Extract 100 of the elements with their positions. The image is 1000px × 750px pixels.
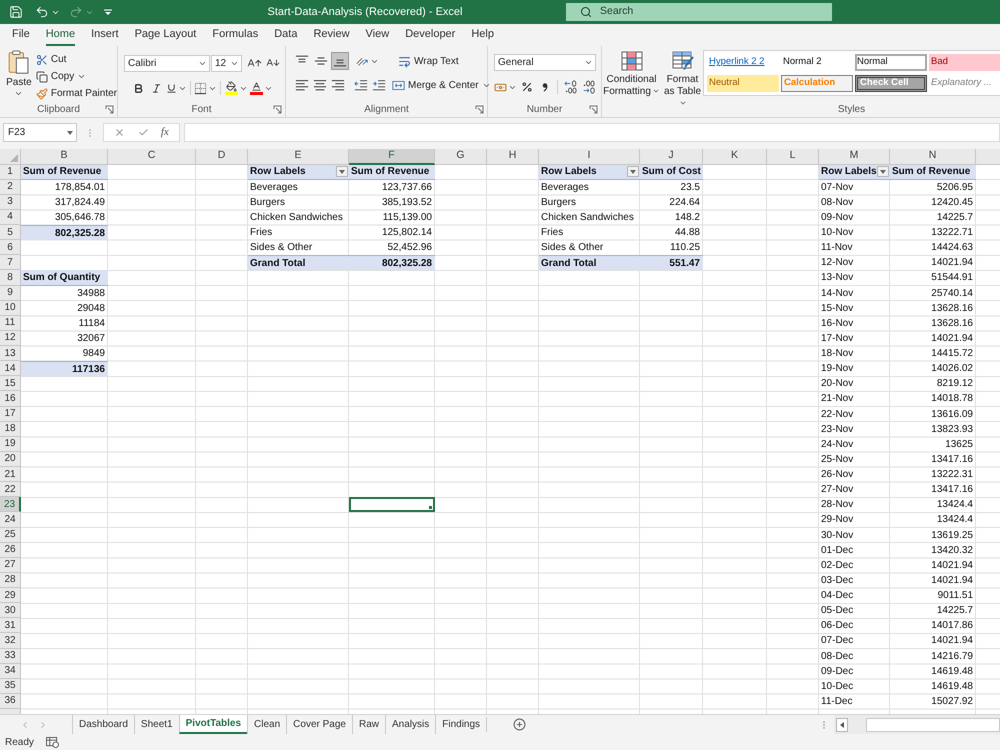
row-number[interactable]: 17 — [0, 406, 21, 422]
cell-style-option[interactable]: Normal — [855, 54, 927, 71]
cell-style-option[interactable]: Bad — [929, 54, 1000, 71]
vertical-align-button[interactable] — [331, 52, 349, 70]
row-number[interactable]: 5 — [0, 225, 21, 240]
row-number[interactable]: 11 — [0, 316, 21, 331]
row-number[interactable]: 34 — [0, 664, 21, 679]
row-number[interactable]: 16 — [0, 391, 21, 406]
row-number[interactable]: 31 — [0, 618, 21, 634]
fill-color-button[interactable] — [224, 79, 248, 97]
column-header[interactable]: I — [539, 149, 640, 164]
row-number[interactable]: 20 — [0, 452, 21, 467]
cell-style-option[interactable]: Neutral — [707, 74, 779, 92]
copy-button[interactable]: Copy — [36, 68, 117, 85]
sheet-tab[interactable]: PivotTables — [178, 715, 248, 734]
row-number[interactable]: 28 — [0, 572, 21, 588]
row-number[interactable]: 1 — [0, 164, 21, 180]
column-header[interactable]: K — [703, 149, 767, 164]
row-number[interactable]: 32 — [0, 633, 21, 648]
number-value: 13222.31 — [931, 468, 973, 482]
active-cell[interactable] — [349, 497, 435, 512]
ribbon-tab[interactable]: Data — [266, 24, 306, 46]
row-number[interactable]: 25 — [0, 528, 21, 543]
row-number[interactable]: 26 — [0, 542, 21, 558]
column-header[interactable]: N — [890, 149, 976, 164]
row-number[interactable]: 23 — [0, 497, 21, 512]
dialog-launcher-button[interactable] — [475, 105, 484, 114]
name-box[interactable]: F23 — [3, 123, 77, 142]
conditional-formatting-button[interactable]: Conditional Formatting — [602, 51, 660, 110]
column-header[interactable]: H — [487, 149, 539, 164]
ribbon-tab[interactable]: Help — [463, 24, 502, 46]
ribbon-tab[interactable]: Insert — [83, 24, 127, 46]
row-number[interactable]: 7 — [0, 255, 21, 270]
row-number[interactable]: 35 — [0, 678, 21, 694]
insert-function-button[interactable]: fx — [160, 124, 169, 141]
font-size-field[interactable]: 12 — [211, 54, 242, 72]
ribbon-tab[interactable]: Home — [38, 24, 84, 46]
row-number[interactable]: 22 — [0, 482, 21, 498]
row-number[interactable]: 21 — [0, 467, 21, 482]
dialog-launcher-button[interactable] — [105, 105, 114, 114]
column-header[interactable]: B — [21, 149, 108, 164]
ribbon-tab[interactable]: Review — [305, 24, 358, 46]
cut-button[interactable]: Cut — [36, 51, 117, 68]
format-painter-button[interactable]: Format Painter — [36, 85, 117, 102]
row-number[interactable]: 18 — [0, 422, 21, 437]
paste-button[interactable]: Paste — [5, 50, 33, 102]
horizontal-scrollbar[interactable] — [834, 715, 1000, 734]
fill-handle[interactable] — [428, 505, 433, 510]
column-header[interactable]: C — [108, 149, 196, 164]
number-format-field[interactable]: General — [494, 54, 596, 71]
row-number[interactable]: 27 — [0, 558, 21, 573]
merge-center-button[interactable]: Merge & Center — [392, 76, 491, 94]
row-number[interactable]: 9 — [0, 286, 21, 301]
row-number[interactable]: 13 — [0, 346, 21, 362]
cancel-button[interactable] — [114, 127, 126, 138]
scroll-thumb[interactable] — [866, 718, 1000, 732]
ribbon-tab[interactable]: Page Layout — [126, 24, 204, 46]
row-number[interactable]: 14 — [0, 361, 21, 376]
filter-button[interactable] — [627, 166, 639, 178]
row-number[interactable]: 36 — [0, 694, 21, 709]
row-number[interactable]: 33 — [0, 648, 21, 664]
row-number[interactable]: 19 — [0, 436, 21, 452]
filter-button[interactable] — [877, 166, 889, 178]
row-number[interactable]: 10 — [0, 300, 21, 316]
enter-button[interactable] — [138, 127, 149, 138]
dialog-launcher-button[interactable] — [589, 105, 598, 114]
font-name-field[interactable]: Calibri — [124, 54, 210, 72]
wrap-text-button[interactable]: Wrap Text — [398, 52, 459, 70]
scroll-left-button[interactable] — [836, 718, 848, 732]
filter-button[interactable] — [336, 166, 348, 178]
column-header[interactable]: D — [196, 149, 248, 164]
column-header[interactable]: G — [435, 149, 487, 164]
search-field[interactable]: Search — [566, 3, 832, 21]
row-number[interactable]: 30 — [0, 603, 21, 618]
row-number[interactable]: 15 — [0, 376, 21, 392]
dialog-launcher-button[interactable] — [273, 105, 282, 114]
ribbon-tab[interactable]: Formulas — [204, 24, 266, 46]
row-number[interactable]: 12 — [0, 330, 21, 346]
column-header[interactable]: E — [248, 149, 349, 164]
row-number[interactable]: 2 — [0, 180, 21, 195]
row-number[interactable]: 3 — [0, 194, 21, 210]
formula-input[interactable] — [184, 123, 1000, 142]
row-number[interactable]: 8 — [0, 270, 21, 286]
row-label: 08-Dec — [821, 650, 854, 664]
row-number[interactable]: 4 — [0, 210, 21, 225]
ribbon-tab[interactable]: View — [358, 24, 398, 46]
row-number[interactable]: 24 — [0, 512, 21, 528]
column-header[interactable]: F — [349, 149, 435, 164]
row-number[interactable]: 29 — [0, 588, 21, 604]
row-label: 07-Dec — [821, 634, 854, 648]
column-header[interactable]: M — [819, 149, 890, 164]
column-header[interactable]: J — [640, 149, 703, 164]
ribbon-tab[interactable]: File — [4, 24, 38, 46]
format-as-table-button[interactable]: Format as Table — [662, 51, 702, 110]
number-value: 14225.7 — [936, 210, 973, 225]
column-header[interactable]: L — [767, 149, 819, 164]
row-number[interactable]: 6 — [0, 240, 21, 256]
row-label: Fries — [250, 226, 272, 240]
ribbon-tab[interactable]: Developer — [397, 24, 464, 46]
increase-decimal-button[interactable] — [562, 78, 579, 96]
